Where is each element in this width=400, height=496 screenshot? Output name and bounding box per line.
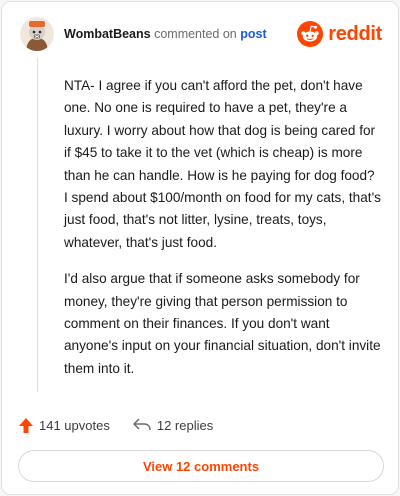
replies-button[interactable]: 12 replies (132, 417, 235, 433)
comment-header: WombatBeans commented on post reddit (18, 14, 382, 54)
reddit-brand[interactable]: reddit (297, 20, 382, 48)
comment-meta: WombatBeans commented on post (64, 27, 267, 41)
view-comments-button[interactable]: View 12 comments (18, 450, 384, 482)
upvote-arrow-icon (19, 417, 33, 433)
thread-line (37, 58, 38, 392)
reddit-wordmark: reddit (328, 22, 382, 45)
action-text: commented on (154, 27, 237, 41)
comment-card: WombatBeans commented on post reddit NTA… (1, 1, 399, 495)
upvote-count: 141 upvotes (39, 417, 110, 433)
comment-paragraph: NTA- I agree if you can't afford the pet… (64, 78, 381, 250)
reply-count: 12 replies (156, 417, 214, 433)
reply-arrow-icon (133, 418, 151, 431)
avatar[interactable] (20, 17, 54, 51)
upvote-button[interactable]: 141 upvotes (18, 417, 132, 434)
comment-actions: 141 upvotes 12 replies (18, 414, 235, 436)
username[interactable]: WombatBeans (64, 27, 151, 41)
comment-body: NTA- I agree if you can't afford the pet… (64, 75, 382, 394)
reddit-logo-icon (297, 21, 324, 47)
comment-paragraph: I'd also argue that if someone asks some… (64, 271, 381, 376)
post-link[interactable]: post (240, 27, 266, 41)
